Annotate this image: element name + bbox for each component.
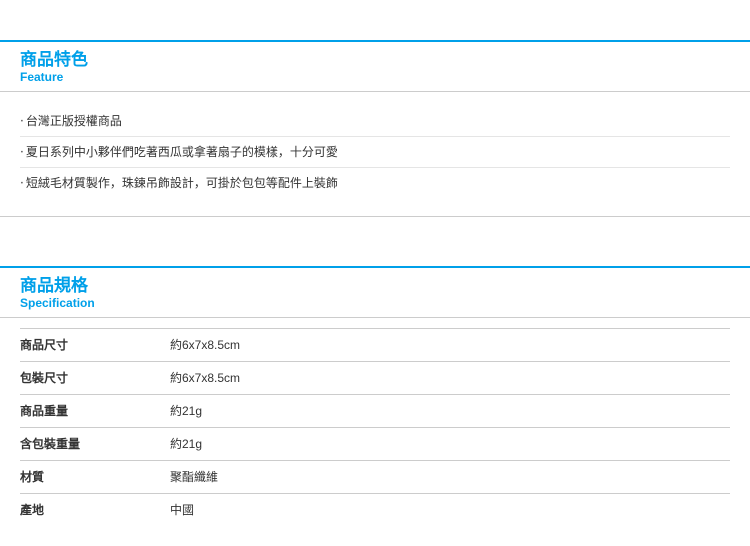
spec-row: 商品尺寸 約6x7x8.5cm xyxy=(20,328,730,361)
spec-label: 產地 xyxy=(20,501,170,519)
spec-title-zh: 商品規格 xyxy=(20,276,750,296)
feature-section-header: 商品特色 Feature xyxy=(0,40,750,92)
spec-label: 商品尺寸 xyxy=(20,336,170,354)
spec-table: 商品尺寸 約6x7x8.5cm 包裝尺寸 約6x7x8.5cm 商品重量 約21… xyxy=(0,328,750,546)
spec-label: 材質 xyxy=(20,468,170,486)
spec-label: 商品重量 xyxy=(20,402,170,420)
bullet-icon: ‧ xyxy=(20,114,24,128)
spec-value: 中國 xyxy=(170,501,730,519)
feature-text: 短絨毛材質製作，珠鍊吊飾設計，可掛於包包等配件上裝飾 xyxy=(26,176,338,190)
feature-item: ‧短絨毛材質製作，珠鍊吊飾設計，可掛於包包等配件上裝飾 xyxy=(20,168,730,198)
spec-section-header: 商品規格 Specification xyxy=(0,266,750,318)
spec-title-en: Specification xyxy=(20,296,750,310)
feature-text: 夏日系列中小夥伴們吃著西瓜或拿著扇子的模樣，十分可愛 xyxy=(26,145,338,159)
spec-row: 包裝尺寸 約6x7x8.5cm xyxy=(20,361,730,394)
feature-item: ‧夏日系列中小夥伴們吃著西瓜或拿著扇子的模樣，十分可愛 xyxy=(20,137,730,168)
spec-row: 材質 聚酯纖維 xyxy=(20,460,730,493)
spec-label: 含包裝重量 xyxy=(20,435,170,453)
bullet-icon: ‧ xyxy=(20,176,24,190)
spec-row: 含包裝重量 約21g xyxy=(20,427,730,460)
spec-value: 約21g xyxy=(170,435,730,453)
feature-text: 台灣正版授權商品 xyxy=(26,114,122,128)
spec-value: 約6x7x8.5cm xyxy=(170,336,730,354)
spec-value: 聚酯纖維 xyxy=(170,468,730,486)
spec-label: 包裝尺寸 xyxy=(20,369,170,387)
spec-value: 約6x7x8.5cm xyxy=(170,369,730,387)
bullet-icon: ‧ xyxy=(20,145,24,159)
feature-list: ‧台灣正版授權商品 ‧夏日系列中小夥伴們吃著西瓜或拿著扇子的模樣，十分可愛 ‧短… xyxy=(0,102,750,208)
feature-title-zh: 商品特色 xyxy=(20,50,750,70)
section-divider xyxy=(0,216,750,266)
feature-item: ‧台灣正版授權商品 xyxy=(20,106,730,137)
spec-value: 約21g xyxy=(170,402,730,420)
spec-row: 產地 中國 xyxy=(20,493,730,526)
spec-row: 商品重量 約21g xyxy=(20,394,730,427)
feature-title-en: Feature xyxy=(20,70,750,84)
